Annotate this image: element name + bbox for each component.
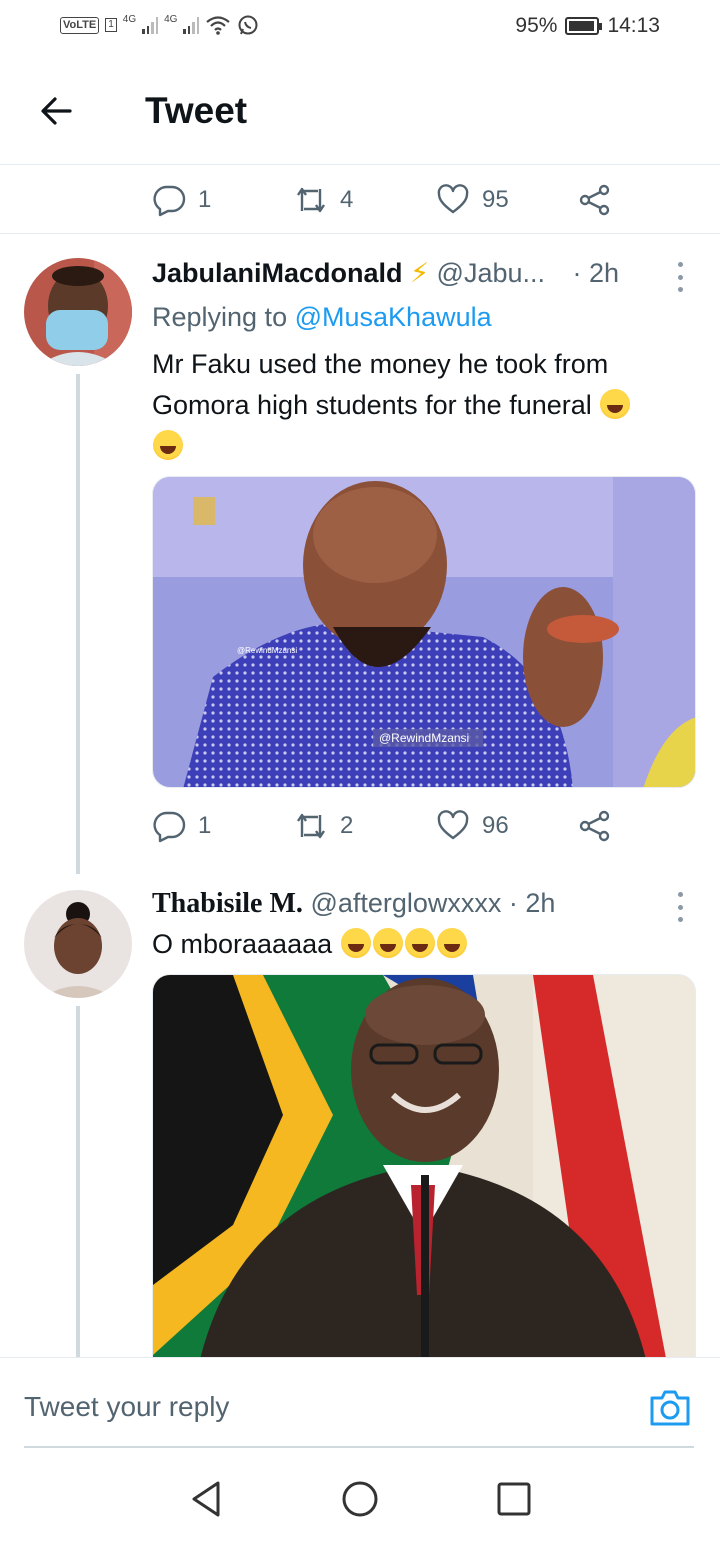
tweet-image[interactable]: @RewindMzansi @RewindMzansi <box>152 476 696 788</box>
share-icon <box>579 810 610 842</box>
tweet-text: Mr Faku used the money he took from Gomo… <box>152 349 609 420</box>
volte-badge: VoLTE <box>60 16 100 34</box>
system-nav-bar <box>0 1451 720 1541</box>
network-type-2: 4G <box>164 13 178 25</box>
speech-bubble-icon <box>153 185 186 217</box>
reply-button[interactable]: 1 <box>152 798 211 854</box>
vertical-ellipsis-icon[interactable] <box>674 892 686 922</box>
retweet-button[interactable]: 4 <box>294 172 353 228</box>
signal-bars-2-icon <box>183 16 200 34</box>
crying-emoji <box>153 430 183 460</box>
reply-tweet[interactable]: Thabisile M. @afterglowxxxx · 2h O mbora… <box>0 874 720 1357</box>
sim-slot-badge: 1 <box>105 18 117 32</box>
main-tweet-actions: 1 4 95 <box>0 166 720 234</box>
reply-input[interactable] <box>24 1358 694 1448</box>
share-button[interactable] <box>578 172 612 228</box>
crying-emoji <box>436 928 467 958</box>
circle-home-icon[interactable] <box>340 1479 380 1519</box>
avatar[interactable] <box>24 258 132 366</box>
status-bar-right: 95% 14:13 <box>515 14 660 38</box>
status-bar: VoLTE 1 4G 4G 95% 14:13 <box>0 0 720 56</box>
reply-tweet[interactable]: JabulaniMacdonald ⚡ @Jabu... · 2h Replyi… <box>0 234 720 874</box>
replying-to-handle[interactable]: @MusaKhawula <box>295 302 492 332</box>
tweet-header: JabulaniMacdonald ⚡ @Jabu... · 2h <box>152 258 619 289</box>
heart-icon <box>437 184 469 214</box>
avatar[interactable] <box>24 890 132 998</box>
speech-bubble-icon <box>153 811 186 843</box>
vertical-ellipsis-icon[interactable] <box>674 262 686 292</box>
display-name[interactable]: Thabisile M. <box>152 888 303 919</box>
like-button[interactable]: 95 <box>436 172 509 228</box>
clock: 14:13 <box>607 14 660 37</box>
tweet-text: O mboraaaaaa <box>152 929 333 959</box>
arrow-left-icon[interactable] <box>36 91 76 131</box>
watermark-small: @RewindMzansi <box>237 646 297 655</box>
retweet-button[interactable]: 2 <box>294 798 353 854</box>
like-button[interactable]: 96 <box>436 798 509 854</box>
top-app-bar: Tweet <box>0 56 720 165</box>
heart-icon <box>437 810 469 840</box>
page-title: Tweet <box>145 90 248 131</box>
laughing-emoji <box>372 928 403 958</box>
reply-button[interactable]: 1 <box>152 172 211 228</box>
lightning-emoji: ⚡ <box>410 258 430 288</box>
display-name[interactable]: JabulaniMacdonald <box>152 258 403 288</box>
user-handle[interactable]: @afterglowxxxx <box>310 888 501 918</box>
signal-bars-1-icon <box>142 16 159 34</box>
reply-composer <box>0 1357 720 1451</box>
camera-icon[interactable] <box>648 1388 692 1428</box>
like-count: 95 <box>482 186 509 213</box>
share-button[interactable] <box>578 798 612 854</box>
laughing-emoji <box>404 928 435 958</box>
triangle-back-icon[interactable] <box>186 1479 226 1519</box>
status-bar-left: VoLTE 1 4G 4G <box>60 14 259 36</box>
reply-count: 1 <box>198 186 212 213</box>
like-count: 96 <box>482 812 509 839</box>
tweet-text-block: O mboraaaaaa <box>152 924 697 965</box>
watermark-large: @RewindMzansi <box>379 731 469 745</box>
share-icon <box>579 184 610 216</box>
replying-to-label: Replying to <box>152 302 288 332</box>
battery-icon <box>565 17 603 35</box>
whatsapp-icon <box>238 15 258 35</box>
retweet-count: 4 <box>340 186 354 213</box>
battery-percent: 95% <box>515 14 558 37</box>
retweet-icon <box>297 813 325 839</box>
retweet-count: 2 <box>340 812 354 839</box>
tweet-header: Thabisile M. @afterglowxxxx · 2h <box>152 888 555 920</box>
tweet-time: · 2h <box>572 258 620 288</box>
tweet-text-block: Mr Faku used the money he took from Gomo… <box>152 344 697 467</box>
tweet-time: · 2h <box>508 888 556 918</box>
tweet-actions: 1 2 96 <box>0 798 720 854</box>
user-handle[interactable]: @Jabu... <box>437 258 545 288</box>
laughing-emoji <box>340 928 371 958</box>
retweet-icon <box>297 187 325 213</box>
wifi-icon <box>206 16 231 35</box>
thread-line <box>76 1006 80 1357</box>
square-recents-icon[interactable] <box>494 1479 534 1519</box>
network-type-1: 4G <box>122 13 137 25</box>
tweet-image[interactable] <box>152 974 696 1357</box>
crying-emoji <box>600 389 631 419</box>
replying-to: Replying to @MusaKhawula <box>152 302 492 333</box>
reply-count: 1 <box>198 812 212 839</box>
